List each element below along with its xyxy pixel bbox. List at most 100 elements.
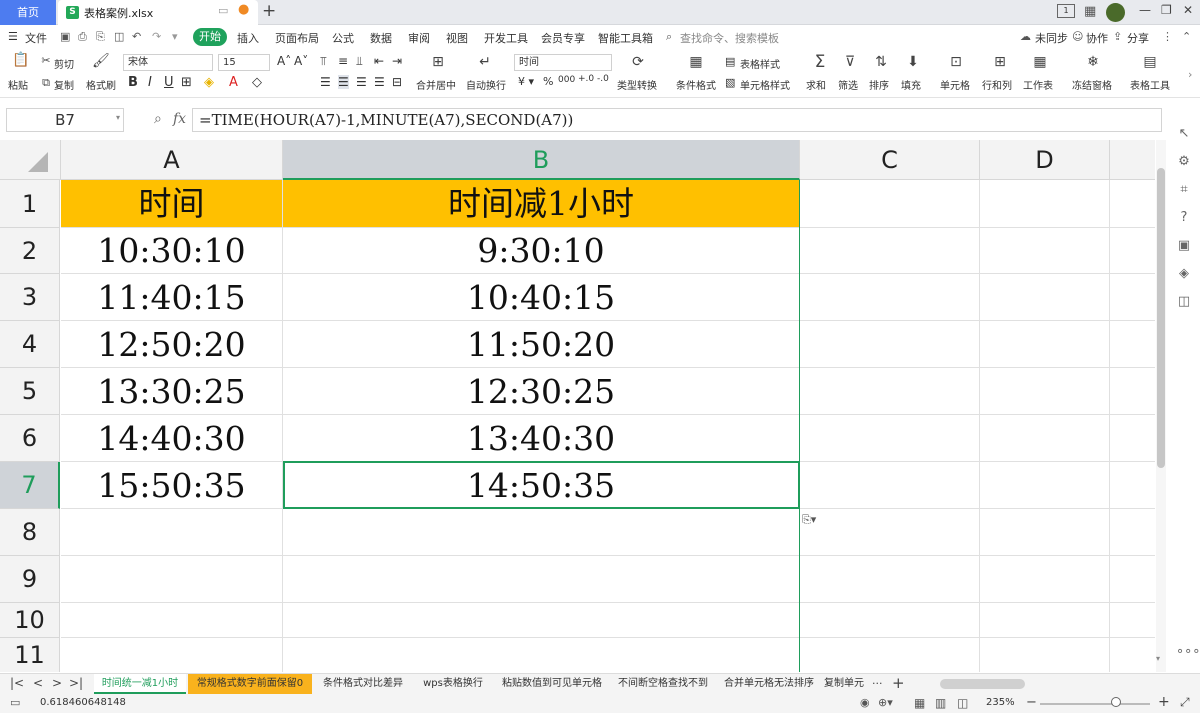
print-icon[interactable]: ⎘ — [96, 30, 105, 44]
fx-label[interactable]: fx — [173, 111, 186, 127]
indent-decrease-icon[interactable]: ⇤ — [374, 54, 384, 68]
restore-button[interactable]: ❐ — [1161, 3, 1172, 17]
vertical-scrollbar[interactable]: ▾ — [1156, 140, 1166, 672]
cell-d8[interactable] — [980, 509, 1110, 556]
row-col-button[interactable]: 行和列 — [982, 77, 1012, 92]
cell-d4[interactable] — [980, 321, 1110, 368]
macro-icon[interactable]: ▭ — [10, 696, 20, 709]
cell-c9[interactable] — [800, 556, 980, 603]
sheet-tab[interactable]: 常规格式数字前面保留0 — [188, 674, 312, 694]
grid-apps-icon[interactable]: ▦ — [1084, 4, 1096, 19]
increase-decimal-icon[interactable]: +.0 — [578, 74, 594, 84]
table-tools-button[interactable]: 表格工具 — [1130, 77, 1170, 92]
format-painter-button[interactable]: 格式刷 — [86, 77, 116, 92]
help-icon[interactable]: ? — [1176, 210, 1192, 226]
cell-a8[interactable] — [61, 509, 283, 556]
worksheet-button[interactable]: 工作表 — [1023, 77, 1053, 92]
save-icon[interactable]: ▣ — [60, 30, 70, 43]
redo-icon[interactable]: ↷ — [152, 30, 161, 43]
undo-icon[interactable]: ↶ — [132, 30, 141, 43]
sheet-tab[interactable]: 不间断空格查找不到 — [612, 674, 714, 694]
first-sheet-icon[interactable]: |< — [10, 676, 24, 690]
cell-e11[interactable] — [1110, 638, 1155, 672]
clear-format-icon[interactable]: ◇ — [252, 75, 262, 90]
freeze-button[interactable]: 冻结窗格 — [1072, 77, 1112, 92]
page-break-view-icon[interactable]: ◫ — [957, 696, 968, 710]
cell-b1[interactable]: 时间减1小时 — [283, 180, 800, 228]
horizontal-scroll-thumb[interactable] — [940, 679, 1025, 689]
merge-center-button[interactable]: 合并居中 — [416, 77, 456, 92]
cell-a5[interactable]: 13:30:25 — [61, 368, 283, 415]
align-center-icon[interactable]: ☰ — [338, 75, 349, 89]
font-color-icon[interactable]: A — [229, 75, 238, 90]
tab-smart-toolbox[interactable]: 智能工具箱 — [598, 30, 653, 46]
row-header-8[interactable]: 8 — [0, 509, 60, 556]
zoom-slider-knob[interactable] — [1111, 697, 1121, 707]
cell-a6[interactable]: 14:40:30 — [61, 415, 283, 462]
tab-insert[interactable]: 插入 — [237, 30, 259, 46]
cell-d7[interactable] — [980, 462, 1110, 509]
cell-a2[interactable]: 10:30:10 — [61, 228, 283, 274]
more-panel-icon[interactable]: ∘∘∘ — [1176, 644, 1200, 660]
adjust-icon[interactable]: ⚙ — [1176, 154, 1192, 170]
hamburger-icon[interactable]: ☰ — [8, 30, 18, 43]
align-right-icon[interactable]: ☰ — [356, 75, 367, 89]
name-box[interactable]: B7 — [6, 108, 124, 132]
cell-d5[interactable] — [980, 368, 1110, 415]
image-icon[interactable]: ▣ — [1176, 238, 1192, 254]
export-pdf-icon[interactable]: ⎙ — [78, 30, 87, 44]
indent-increase-icon[interactable]: ⇥ — [392, 54, 402, 68]
row-header-5[interactable]: 5 — [0, 368, 60, 415]
cut-button[interactable]: 剪切 — [54, 56, 74, 71]
cell-button[interactable]: 单元格 — [940, 77, 970, 92]
bold-button[interactable]: B — [128, 75, 138, 90]
close-button[interactable]: ✕ — [1183, 3, 1193, 17]
command-search[interactable]: 查找命令、搜索模板 — [680, 30, 779, 46]
sheet-tab[interactable]: 复制单元 — [822, 674, 866, 694]
copy-button[interactable]: 复制 — [54, 77, 74, 92]
row-header-2[interactable]: 2 — [0, 228, 60, 274]
unsaved-dot-icon[interactable]: ● — [238, 2, 249, 17]
justify-icon[interactable]: ☰ — [374, 75, 385, 89]
row-header-9[interactable]: 9 — [0, 556, 60, 603]
next-sheet-icon[interactable]: > — [52, 676, 62, 690]
cursor-select-icon[interactable]: ↖ — [1176, 126, 1192, 142]
sort-button[interactable]: 排序 — [869, 77, 889, 92]
select-all-corner[interactable] — [0, 140, 61, 180]
cell-b6[interactable]: 13:40:30 — [283, 415, 800, 462]
quick-access-dropdown-icon[interactable]: ▾ — [172, 30, 178, 43]
cell-a7[interactable]: 15:50:35 — [61, 462, 283, 509]
share-button[interactable]: 分享 — [1127, 30, 1149, 46]
sheet-tab[interactable]: 粘贴数值到可见单元格 — [496, 674, 608, 694]
cell-e7[interactable] — [1110, 462, 1155, 509]
cell-d6[interactable] — [980, 415, 1110, 462]
cell-d10[interactable] — [980, 603, 1110, 638]
cell-a1[interactable]: 时间 — [61, 180, 283, 228]
cell-c8[interactable] — [800, 509, 980, 556]
prev-sheet-icon[interactable]: < — [33, 676, 43, 690]
file-menu[interactable]: 文件 — [25, 30, 47, 46]
font-shrink-icon[interactable]: A˅ — [294, 54, 308, 68]
cell-b7[interactable]: 14:50:35 — [283, 462, 800, 509]
cell-e3[interactable] — [1110, 274, 1155, 321]
name-box-dropdown-icon[interactable]: ▾ — [116, 113, 120, 122]
cell-b2[interactable]: 9:30:10 — [283, 228, 800, 274]
italic-button[interactable]: I — [148, 75, 152, 90]
tab-data[interactable]: 数据 — [370, 30, 392, 46]
collab-button[interactable]: 协作 — [1086, 30, 1108, 46]
cell-d1[interactable] — [980, 180, 1110, 228]
tab-start[interactable]: 开始 — [193, 28, 227, 46]
cell-b8[interactable] — [283, 509, 800, 556]
location-icon[interactable]: ◈ — [1176, 266, 1192, 282]
zoom-slider[interactable] — [1040, 703, 1150, 705]
cell-style-button[interactable]: 单元格样式 — [740, 77, 790, 92]
align-bottom-icon[interactable]: ⫫ — [356, 54, 363, 69]
formula-input[interactable]: =TIME(HOUR(A7)-1,MINUTE(A7),SECOND(A7)) — [192, 108, 1162, 132]
normal-view-icon[interactable]: ▦ — [914, 696, 925, 710]
cell-c1[interactable] — [800, 180, 980, 228]
row-header-7[interactable]: 7 — [0, 462, 60, 509]
align-middle-icon[interactable]: ≡ — [338, 54, 348, 68]
column-header-d[interactable]: D — [980, 140, 1110, 180]
book-icon[interactable]: ◫ — [1176, 294, 1192, 310]
cell-d2[interactable] — [980, 228, 1110, 274]
